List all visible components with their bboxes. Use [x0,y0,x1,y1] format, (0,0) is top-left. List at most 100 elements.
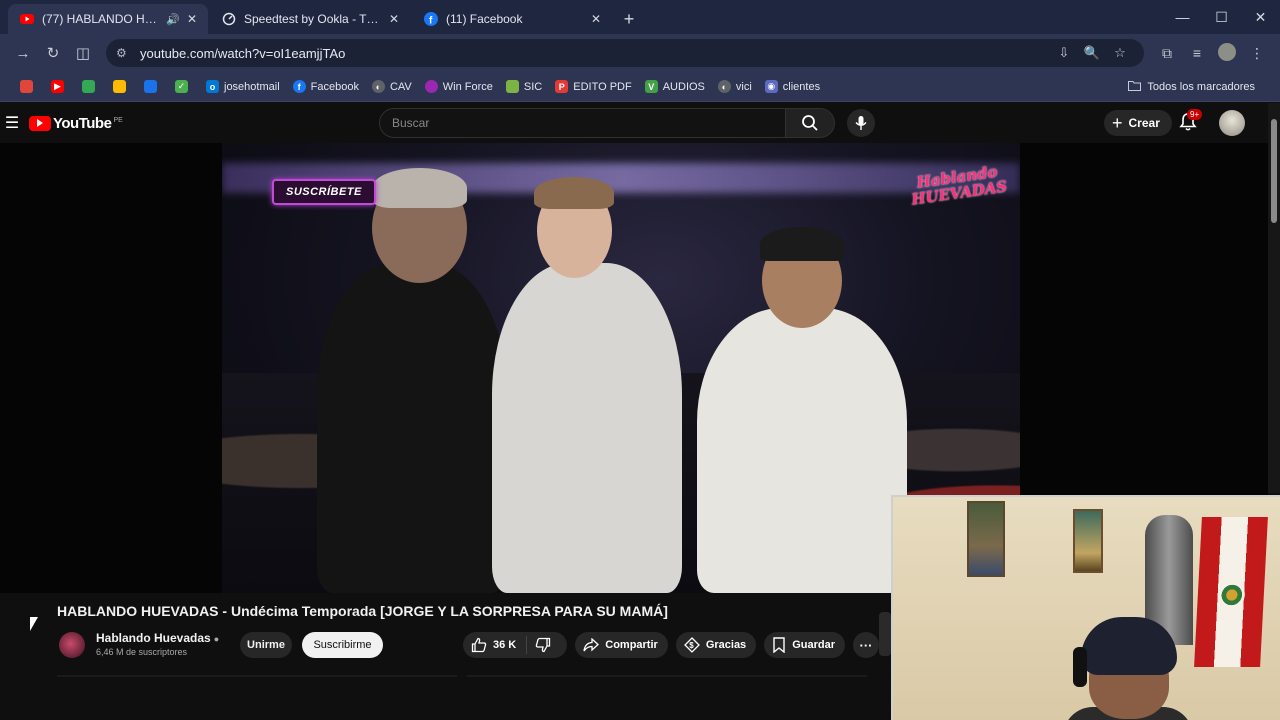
voice-search-button[interactable] [847,109,875,137]
youtube-header: ☰ YouTube PE Buscar + Crear 9+ [0,103,1268,143]
close-tab-icon[interactable]: ✕ [386,12,402,26]
minimize-icon[interactable]: — [1163,0,1202,34]
window-controls: — ☐ ✕ [1163,0,1280,34]
address-bar[interactable]: ⚙ youtube.com/watch?v=oI1eamjjTAo ⇩ 🔍 ☆ [106,39,1144,67]
facebook-icon: f [424,12,438,26]
bookmark-icon [144,80,157,93]
scrollbar-thumb[interactable] [1271,119,1277,223]
bookmark-vici[interactable]: ◐ vici [717,80,752,93]
thumbs-down-icon [535,637,551,653]
channel-name[interactable]: Hablando Huevadas ● [96,631,219,645]
youtube-icon [20,12,34,26]
speaker-icon[interactable]: 🔊 [166,13,180,26]
check-bookmark-icon: ✓ [175,80,188,93]
bookmark-item[interactable]: ✓ [175,80,193,93]
reload-icon[interactable]: ↻ [38,38,68,68]
facebook-icon: f [292,80,306,93]
divider [57,675,457,677]
media-controls-icon[interactable]: ≡ [1182,45,1212,61]
tab-title: (11) Facebook [446,12,523,26]
streamer [1063,617,1193,720]
like-button[interactable]: 36 K [463,636,528,654]
bookmark-item[interactable] [144,80,162,93]
create-button[interactable]: + Crear [1104,110,1172,136]
install-app-icon[interactable]: ⇩ [1050,45,1078,61]
host-right [697,308,907,593]
url-text: youtube.com/watch?v=oI1eamjjTAo [140,45,346,61]
new-tab-button[interactable]: + [614,4,644,34]
account-avatar[interactable] [1219,110,1245,136]
bookmark-facebook[interactable]: f Facebook [292,80,359,93]
channel-avatar[interactable] [59,632,85,658]
host-right-cap [760,227,844,261]
bookmark-item[interactable] [113,80,131,93]
extensions-icon[interactable]: ⧉ [1152,45,1182,62]
headset-icon [1073,647,1087,687]
mouse-cursor [30,617,38,631]
search-input[interactable]: Buscar [379,108,785,138]
bookmark-icon [505,80,519,93]
bookmark-audios[interactable]: V AUDIOS [644,80,705,93]
folder-icon [1128,80,1142,94]
save-button[interactable]: Guardar [764,632,845,658]
bookmark-clientes[interactable]: ◉ clientes [764,80,820,93]
tab-title: (77) HABLANDO HUEVADAS [42,12,162,26]
maps-bookmark-icon [82,80,95,93]
tab-facebook[interactable]: f (11) Facebook ✕ [412,4,612,34]
bookmark-win-force[interactable]: Win Force [424,80,493,93]
thumbs-up-icon [471,637,487,653]
search-button[interactable] [785,108,835,138]
flag-crest [1218,582,1246,608]
share-button[interactable]: Compartir [575,632,668,658]
bookmark-sic[interactable]: SIC [505,80,542,93]
bookmark-star-icon[interactable]: ☆ [1106,45,1134,61]
guest-center-hair [534,177,614,209]
search-icon [802,115,818,131]
super-thanks-icon: $ [683,637,700,653]
plus-icon: + [1112,112,1123,133]
bookmark-josehotmail[interactable]: o josehotmail [206,80,280,93]
notifications-badge: 9+ [1187,109,1203,120]
youtube-logo[interactable]: YouTube PE [29,115,123,132]
close-tab-icon[interactable]: ✕ [588,12,604,26]
subscriber-count: 6,46 M de suscriptores [96,647,188,657]
globe-icon: ◐ [717,80,731,93]
bookmark-item[interactable]: ▶ [51,80,69,93]
panel-edge [879,612,891,656]
forward-icon[interactable]: → [8,38,38,68]
outlook-icon: o [206,80,219,93]
pdf-icon: P [555,80,569,93]
subscribe-button[interactable]: Suscribirme [302,632,383,658]
site-info-icon[interactable]: ⚙ [116,46,132,60]
tab-youtube[interactable]: (77) HABLANDO HUEVADAS 🔊 ✕ [8,4,208,34]
profile-avatar[interactable] [1212,42,1242,64]
bookmark-edito-pdf[interactable]: P EDITO PDF [555,80,632,93]
bookmark-item[interactable] [82,80,100,93]
split-view-icon[interactable]: ◫ [68,38,98,68]
join-button[interactable]: Unirme [240,632,292,658]
video-actions: 36 K Compartir $ Gracias Guardar ··· [463,632,879,658]
peru-flag [1194,517,1268,667]
tab-strip: (77) HABLANDO HUEVADAS 🔊 ✕ Speedtest by … [0,0,1280,34]
video-title: HABLANDO HUEVADAS - Undécima Temporada [… [57,603,668,619]
maximize-icon[interactable]: ☐ [1202,0,1241,34]
close-window-icon[interactable]: ✕ [1241,0,1280,34]
tab-title: Speedtest by Ookla - The Glob [244,12,382,26]
webcam-overlay [891,495,1280,720]
more-actions-button[interactable]: ··· [852,632,879,658]
all-bookmarks-folder[interactable]: Todos los marcadores [1128,80,1255,94]
browser-menu-icon[interactable]: ⋮ [1242,45,1272,62]
menu-icon[interactable]: ☰ [0,113,24,133]
youtube-play-icon [29,115,51,131]
bookmark-icon [773,637,785,653]
bookmarks-bar: ▶ ✓ o josehotmail f Facebook ◐ CAV Win Forc… [0,72,1280,102]
thanks-button[interactable]: $ Gracias [675,632,757,658]
dislike-button[interactable] [527,637,567,653]
bookmark-cav[interactable]: ◐ CAV [371,80,412,93]
tab-speedtest[interactable]: Speedtest by Ookla - The Glob ✕ [210,4,410,34]
bookmark-item[interactable] [20,80,38,93]
speedtest-icon [222,12,236,26]
zoom-icon[interactable]: 🔍 [1078,45,1106,61]
close-tab-icon[interactable]: ✕ [184,12,200,26]
page-scrollbar[interactable] [1268,103,1280,493]
